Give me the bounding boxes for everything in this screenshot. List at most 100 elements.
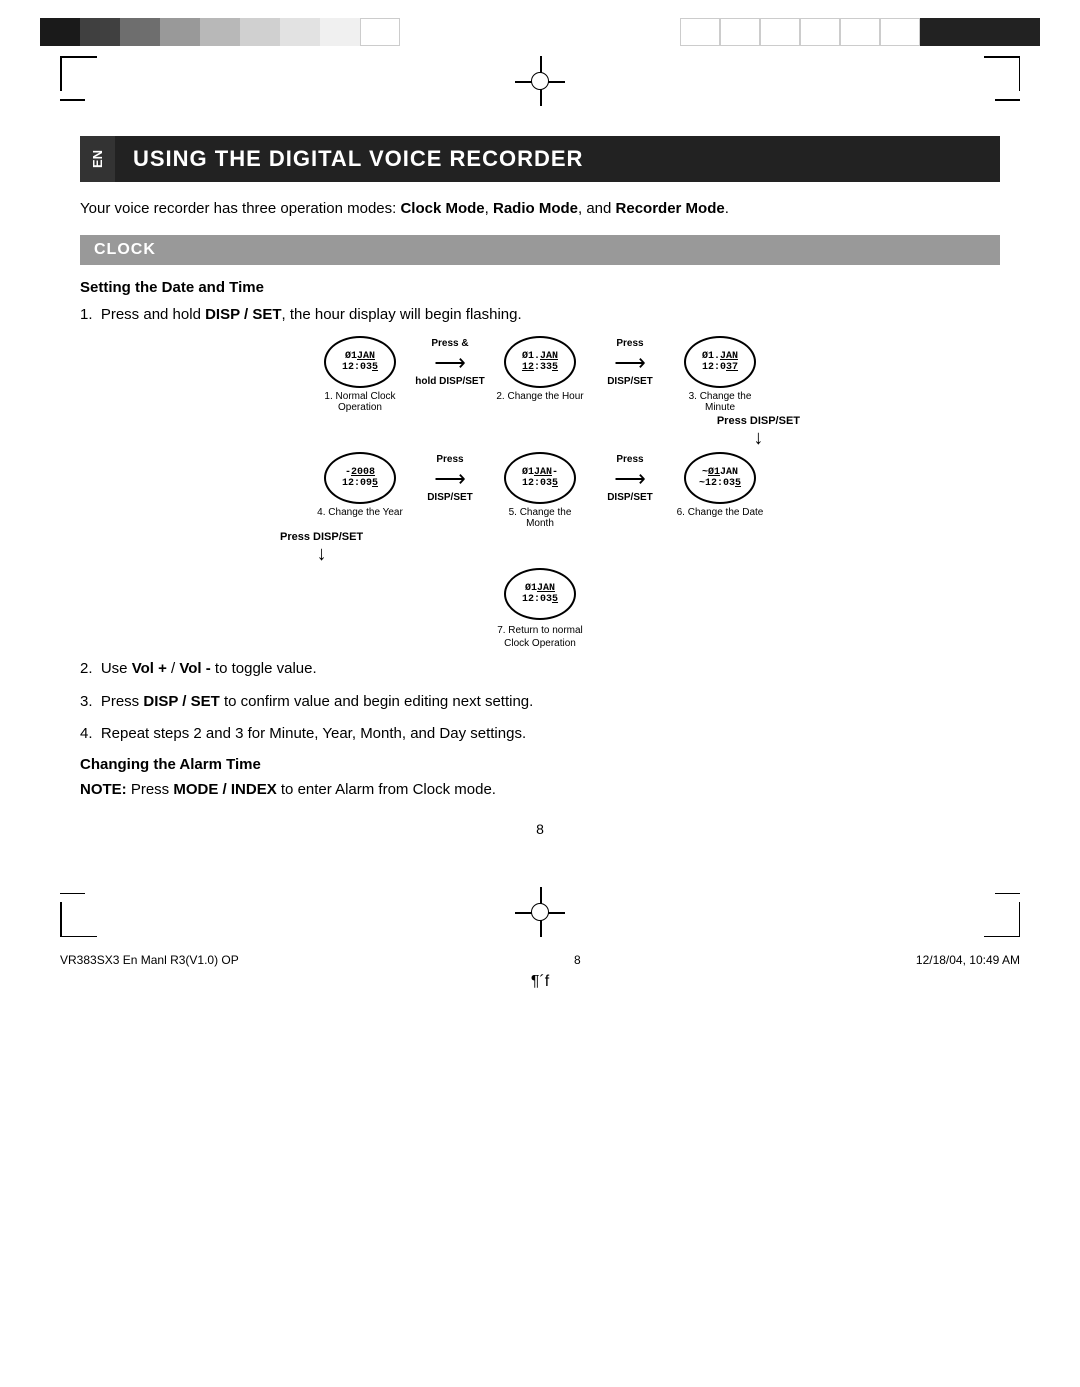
clock1-bot: 12:035: [342, 362, 378, 373]
clock6-top: ~Ø1JAN: [702, 467, 738, 478]
title-bar: EN USING THE DIGITAL VOICE RECORDER: [80, 136, 1000, 182]
diag-arrow2-group: Press ⟶ DISP/SET: [585, 338, 675, 387]
diag-arrow3-group: Press ⟶ DISP/SET: [405, 454, 495, 503]
clock3-bot: 12:037: [702, 362, 738, 373]
reg-mark-top-left: [60, 56, 97, 101]
color-block-r4: [800, 18, 840, 46]
disp-set-label2: DISP/SET: [427, 492, 473, 503]
color-blocks-right: [680, 18, 1040, 46]
clock4-top: -2008: [345, 467, 375, 478]
color-block-4: [160, 18, 200, 46]
clock2-bot: 12:335: [522, 362, 558, 373]
clock-display-4: -2008 12:095: [324, 452, 396, 504]
footer: VR383SX3 En Manl R3(V1.0) OP 8 12/18/04,…: [0, 947, 1080, 973]
arrow1-sym: ⟶: [434, 350, 466, 376]
clock1-top: Ø1JAN: [345, 351, 375, 362]
footer-left: VR383SX3 En Manl R3(V1.0) OP: [60, 953, 239, 967]
footer-right: 12/18/04, 10:49 AM: [916, 953, 1020, 967]
reg-line-left: [60, 99, 85, 101]
color-blocks-left: [40, 18, 400, 46]
corner-bl-hline: [62, 936, 97, 938]
clock5-bot: 12:035: [522, 478, 558, 489]
corner-bl-vline: [60, 902, 62, 937]
corner-tl: [60, 56, 97, 91]
label-change-month: 5. Change the Month: [495, 507, 585, 529]
clock6-bot: ~12:035: [699, 478, 741, 489]
disp-set-label3: DISP/SET: [607, 492, 653, 503]
color-block-r6: [880, 18, 920, 46]
arrow2-sym: ⟶: [614, 350, 646, 376]
diag-clock3: Ø1.JAN 12:037: [675, 336, 765, 388]
diag-arrow4-group: Press ⟶ DISP/SET: [585, 454, 675, 503]
color-block-r2: [720, 18, 760, 46]
clock7-top: Ø1JAN: [525, 583, 555, 594]
arrow2-row: ⟶: [614, 350, 646, 376]
clock-header-label: CLOCK: [94, 241, 156, 259]
down-arrow2-sym: ↓: [317, 543, 327, 566]
reg-line-right: [995, 99, 1020, 101]
page-number-center: 8: [80, 821, 1000, 837]
bottom-symbol: ¶´f: [0, 973, 1080, 1001]
disp-set-label1: DISP/SET: [607, 376, 653, 387]
diag-clock4: -2008 12:095: [315, 452, 405, 504]
down-arrow1-sym: ↓: [753, 427, 763, 450]
corner-tr-hline: [984, 56, 1019, 58]
diagram-row1-labels: 1. Normal Clock Operation 2. Change the …: [315, 391, 765, 413]
clock5-top: Ø1JAN-: [522, 467, 558, 478]
return-normal-label: 7. Return to normalClock Operation: [497, 624, 583, 650]
reg-mark-bottom-right: [984, 893, 1021, 938]
en-tab: EN: [80, 136, 115, 182]
reg-mark-bottom-left: [60, 893, 97, 938]
down-arrow2-container: Press DISP/SET ↓: [250, 531, 830, 566]
label-change-date: 6. Change the Date: [675, 507, 765, 529]
reg-line-bot-right: [995, 893, 1020, 895]
press-disp-set-mid: Press DISP/SET: [717, 415, 800, 427]
diag-clock5: Ø1JAN- 12:035: [495, 452, 585, 504]
clock-display-7: Ø1JAN 12:035: [504, 568, 576, 620]
clock7-bot: 12:035: [522, 594, 558, 605]
hold-disp-set-label: hold DISP/SET: [415, 376, 484, 387]
diag-clock7: Ø1JAN 12:035: [495, 568, 585, 620]
arrow4-sym: ⟶: [614, 466, 646, 492]
corner-tr-vline: [1019, 56, 1021, 91]
down-arrow1-group: Press DISP/SET ↓: [717, 415, 800, 450]
corner-br: [984, 902, 1021, 937]
down-arrow2-group: Press DISP/SET ↓: [280, 531, 363, 566]
top-color-bar: [0, 0, 1080, 46]
diag-arrow1-group: Press & ⟶ hold DISP/SET: [405, 338, 495, 387]
color-block-5: [200, 18, 240, 46]
step1-text: 1. Press and hold DISP / SET, the hour d…: [80, 304, 1000, 327]
corner-br-vline: [1019, 902, 1021, 937]
reg-marks-top: [0, 46, 1080, 126]
corner-bl: [60, 902, 97, 937]
arrow3-sym: ⟶: [434, 466, 466, 492]
label-change-minute: 3. Change the Minute: [675, 391, 765, 413]
clock-section-header: CLOCK: [80, 235, 1000, 265]
diagram-row2-labels: 4. Change the Year 5. Change the Month 6…: [315, 507, 765, 529]
color-block-8: [320, 18, 360, 46]
diag-clock2: Ø1.JAN 12:335: [495, 336, 585, 388]
clock-setting-diagram: Ø1JAN 12:035 Press & ⟶ hold DISP/SET Ø1.…: [250, 336, 830, 650]
color-block-9: [360, 18, 400, 46]
clock-display-1: Ø1JAN 12:035: [324, 336, 396, 388]
color-block-7: [280, 18, 320, 46]
diagram-row2: -2008 12:095 Press ⟶ DISP/SET Ø1JAN- 12:…: [315, 452, 765, 504]
press-label2: Press: [436, 454, 463, 465]
clock-display-3: Ø1.JAN 12:037: [684, 336, 756, 388]
step4-text: 4. Repeat steps 2 and 3 for Minute, Year…: [80, 723, 1000, 746]
label-change-hour: 2. Change the Hour: [495, 391, 585, 413]
label-normal-clock: 1. Normal Clock Operation: [315, 391, 405, 413]
intro-text: Your voice recorder has three operation …: [80, 198, 1000, 221]
clock-display-5: Ø1JAN- 12:035: [504, 452, 576, 504]
diagram-row1: Ø1JAN 12:035 Press & ⟶ hold DISP/SET Ø1.…: [315, 336, 765, 388]
color-block-r3: [760, 18, 800, 46]
press-label1: Press: [616, 338, 643, 349]
reg-mark-top-right: [984, 56, 1021, 101]
main-content: EN USING THE DIGITAL VOICE RECORDER Your…: [0, 126, 1080, 867]
crosshair-bottom: [515, 887, 565, 937]
press-hold-label: Press &: [431, 338, 468, 349]
diag-clock6: ~Ø1JAN ~12:035: [675, 452, 765, 504]
arrow1-row: ⟶: [434, 350, 466, 376]
changing-alarm-heading: Changing the Alarm Time: [80, 756, 1000, 773]
crosshair-top: [515, 56, 565, 106]
